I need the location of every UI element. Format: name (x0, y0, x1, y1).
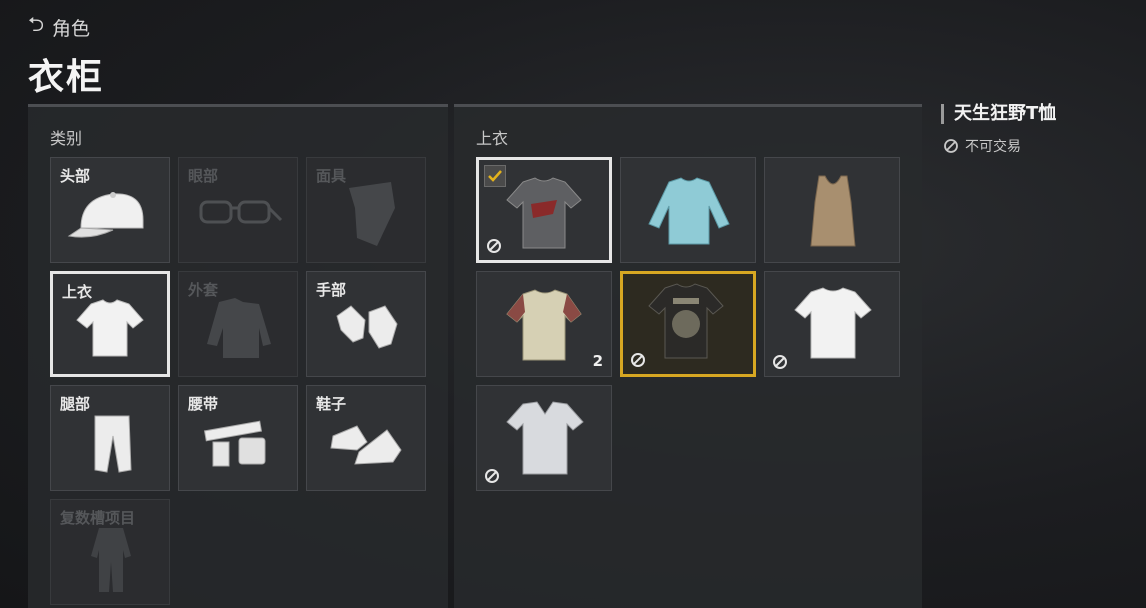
back-arrow-icon: ⮌ (28, 12, 45, 36)
category-jacket: 外套 (178, 271, 298, 377)
category-legs[interactable]: 腿部 (50, 385, 170, 491)
bandana-icon (349, 182, 395, 246)
item-detail: 天生狂野T恤 不可交易 (941, 104, 1056, 156)
item-tile[interactable] (764, 271, 900, 377)
category-belt[interactable]: 腰带 (178, 385, 298, 491)
category-multislot: 复数槽项目 (50, 499, 170, 605)
untradeable-icon (773, 355, 787, 369)
item-tile[interactable]: 2 (476, 271, 612, 377)
page-title: 衣柜 (28, 57, 105, 98)
shoes-icon (330, 425, 402, 465)
item-tile[interactable] (620, 157, 756, 263)
tank-top-icon (810, 175, 856, 247)
item-tile[interactable] (764, 157, 900, 263)
cap-icon (67, 192, 144, 238)
category-hands[interactable]: 手部 (306, 271, 426, 377)
untradeable-icon (944, 139, 958, 153)
equipped-check-icon (484, 165, 506, 187)
glasses-icon (199, 200, 283, 224)
item-tile[interactable] (476, 385, 612, 491)
tshirt-icon (76, 299, 144, 357)
item-tile[interactable] (476, 157, 612, 263)
category-eyes: 眼部 (178, 157, 298, 263)
jacket-icon (207, 298, 271, 358)
gloves-icon (336, 305, 398, 349)
item-tile[interactable] (620, 271, 756, 377)
trade-status-label: 不可交易 (965, 139, 1021, 155)
back-label: 角色 (52, 17, 91, 40)
category-head[interactable]: 头部 (50, 157, 170, 263)
untradeable-icon (631, 353, 645, 367)
item-count: 2 (592, 352, 603, 370)
trade-status: 不可交易 (941, 136, 1056, 156)
category-panel: 类别 头部 眼部 面具 上衣 外套 手部 腿部 腰带 鞋子 复数槽项目 (28, 104, 448, 608)
back-button[interactable]: ⮌ 角色 (28, 10, 90, 44)
pants-icon (94, 415, 132, 473)
belt-icon (203, 420, 266, 467)
category-mask: 面具 (306, 157, 426, 263)
category-panel-title: 类别 (50, 129, 83, 148)
long-sleeve-shirt-icon (648, 177, 730, 245)
items-panel-title: 上衣 (476, 129, 509, 148)
category-shoes[interactable]: 鞋子 (306, 385, 426, 491)
item-name: 天生狂野T恤 (941, 104, 1056, 124)
category-top[interactable]: 上衣 (50, 271, 170, 377)
suit-icon (91, 528, 131, 592)
untradeable-icon (487, 239, 501, 253)
untradeable-icon (485, 469, 499, 483)
items-panel: 上衣 2 (454, 104, 922, 608)
